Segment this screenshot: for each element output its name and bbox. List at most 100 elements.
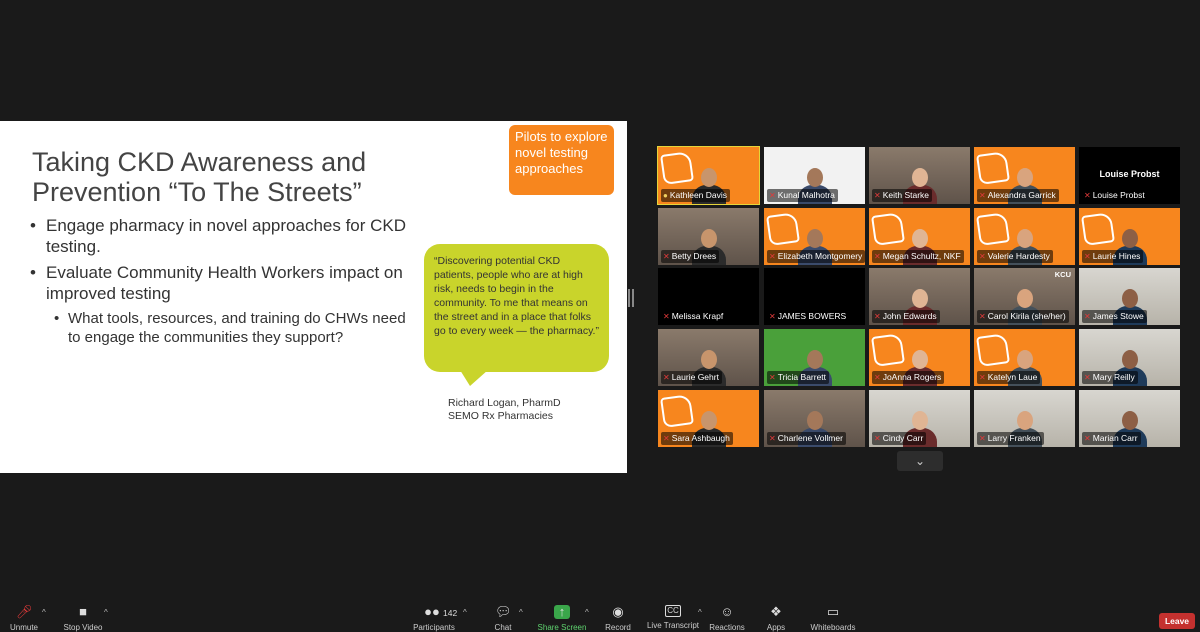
record-button[interactable]: ◉ Record	[603, 605, 633, 632]
mic-muted-icon: ✕	[1084, 252, 1091, 261]
participant-tile[interactable]: ✕ Katelyn Laue	[974, 329, 1075, 386]
participant-tile[interactable]: ✕ Tricia Barrett	[764, 329, 865, 386]
live-transcript-button[interactable]: CC Live Transcript	[646, 605, 700, 632]
participant-tile[interactable]: ✕ Laurie Hines	[1079, 208, 1180, 265]
organization-logo	[871, 333, 905, 367]
participant-name-label: ✕ Laurie Hines	[1082, 250, 1144, 263]
quote-bubble-tail	[460, 370, 488, 386]
participant-name: JoAnna Rogers	[882, 372, 942, 382]
participant-tile[interactable]: ✕ Alexandra Garrick	[974, 147, 1075, 204]
participant-tile[interactable]: ✕ JoAnna Rogers	[869, 329, 970, 386]
audio-options-caret[interactable]: ^	[42, 608, 46, 617]
participant-name-label: ✕ Cindy Carr	[872, 432, 927, 445]
participant-name-label: ✕ Laurie Gehrt	[661, 371, 722, 384]
chat-icon: 💬︎	[495, 604, 512, 619]
participant-tile[interactable]: ✕ Larry Franken	[974, 390, 1075, 447]
person-head	[1016, 411, 1033, 430]
slide-bullets: Engage pharmacy in novel approaches for …	[30, 215, 420, 347]
mic-muted-icon: ✕	[979, 373, 986, 382]
participant-tile[interactable]: Louise Probst ✕ Louise Probst	[1079, 147, 1180, 204]
participant-name-label: ✕ Tricia Barrett	[767, 371, 830, 384]
mic-muted-icon: ✕	[1084, 434, 1091, 443]
chat-options-caret[interactable]: ^	[519, 608, 523, 617]
participant-tile[interactable]: ✕ Elizabeth Montgomery	[764, 208, 865, 265]
participant-name: Katelyn Laue	[987, 372, 1038, 382]
participant-tile[interactable]: ✕ Betty Drees	[658, 208, 759, 265]
participant-name-label: ✕ Mary Reilly	[1082, 371, 1138, 384]
participant-tile[interactable]: ✕ Cindy Carr	[869, 390, 970, 447]
participant-count: 142	[443, 608, 458, 618]
participant-tile[interactable]: ● Kathleen Davis	[657, 146, 760, 205]
organization-logo	[871, 212, 905, 246]
participant-name: Carol Kirila (she/her)	[987, 311, 1066, 321]
participant-tile[interactable]: ✕ Marian Carr	[1079, 390, 1180, 447]
participants-options-caret[interactable]: ^	[463, 608, 467, 617]
participant-tile[interactable]: ✕ Kunal Malhotra	[764, 147, 865, 204]
mic-muted-icon: ✕	[663, 312, 670, 321]
mic-muted-icon: ✕	[1084, 312, 1091, 321]
video-options-caret[interactable]: ^	[104, 608, 108, 617]
participant-tile[interactable]: ✕ John Edwards	[869, 268, 970, 325]
person-head	[1016, 350, 1033, 369]
splitter-handle[interactable]	[628, 289, 634, 307]
person-head	[806, 229, 823, 248]
share-screen-button[interactable]: ↑ Share Screen	[537, 605, 587, 632]
chat-button[interactable]: 💬︎ Chat	[490, 605, 516, 632]
mic-muted-icon: ✕	[979, 312, 986, 321]
stop-video-button[interactable]: ■ Stop Video	[62, 605, 104, 632]
participant-tile[interactable]: ✕ Sara Ashbaugh	[658, 390, 759, 447]
participant-name-label: ✕ Marian Carr	[1082, 432, 1141, 445]
leave-button[interactable]: Leave	[1159, 613, 1195, 629]
transcript-options-caret[interactable]: ^	[698, 608, 702, 617]
person-head	[911, 411, 928, 430]
participant-name-label: ✕ Sara Ashbaugh	[661, 432, 733, 445]
mic-muted-icon: ✕	[769, 373, 776, 382]
participant-tile[interactable]: ✕ JAMES BOWERS	[764, 268, 865, 325]
participant-name-label: ✕ Katelyn Laue	[977, 371, 1041, 384]
participant-tile[interactable]: ✕ Laurie Gehrt	[658, 329, 759, 386]
participant-tile[interactable]: ✕ James Stowe	[1079, 268, 1180, 325]
participant-name-label: ✕ Valerie Hardesty	[977, 250, 1053, 263]
participant-tile[interactable]: ✕ Keith Starke	[869, 147, 970, 204]
participant-name-label: ● Kathleen Davis	[661, 189, 731, 202]
participant-tile[interactable]: ✕ Charlene Vollmer	[764, 390, 865, 447]
unmute-button[interactable]: 🎤︎ Unmute	[6, 605, 42, 632]
whiteboards-button[interactable]: ▭ Whiteboards	[808, 605, 858, 632]
participant-name-label: ✕ JAMES BOWERS	[767, 310, 850, 323]
participant-name: Larry Franken	[987, 433, 1041, 443]
participant-tile[interactable]: KCU ✕ Carol Kirila (she/her)	[974, 268, 1075, 325]
mic-muted-icon: ✕	[1084, 373, 1091, 382]
mic-muted-icon: ✕	[663, 434, 670, 443]
participant-name: JAMES BOWERS	[777, 311, 847, 321]
mic-muted-icon: 🎤︎	[16, 604, 33, 619]
participant-tile[interactable]: ✕ Valerie Hardesty	[974, 208, 1075, 265]
participant-name-label: ✕ Carol Kirila (she/her)	[977, 310, 1069, 323]
participant-name: Marian Carr	[1092, 433, 1138, 443]
person-head	[700, 350, 717, 369]
participant-tile[interactable]: ✕ Melissa Krapf	[658, 268, 759, 325]
share-screen-icon: ↑	[554, 605, 570, 619]
mic-muted-icon: ✕	[663, 373, 670, 382]
participant-name-label: ✕ Megan Schultz, NKF	[872, 250, 964, 263]
participant-name: Valerie Hardesty	[987, 251, 1050, 261]
reactions-button[interactable]: ☺ Reactions	[708, 605, 746, 632]
slide-callout-box: Pilots to explore novel testing approach…	[509, 125, 614, 195]
apps-button[interactable]: ❖ Apps	[764, 605, 788, 632]
person-head	[700, 229, 717, 248]
person-head	[911, 350, 928, 369]
participant-name-label: ✕ Keith Starke	[872, 189, 933, 202]
participant-tile[interactable]: ✕ Megan Schultz, NKF	[869, 208, 970, 265]
slide-bullet: Evaluate Community Health Workers impact…	[30, 262, 420, 304]
share-options-caret[interactable]: ^	[585, 608, 589, 617]
participant-badge: KCU	[1054, 270, 1071, 279]
person-head	[806, 350, 823, 369]
participant-name: Keith Starke	[882, 190, 930, 200]
mic-muted-icon: ✕	[979, 434, 986, 443]
participant-name: John Edwards	[882, 311, 937, 321]
participant-tile[interactable]: ✕ Mary Reilly	[1079, 329, 1180, 386]
person-head	[911, 168, 928, 187]
quote-attribution: Richard Logan, PharmD SEMO Rx Pharmacies	[448, 397, 561, 423]
person-head	[911, 229, 928, 248]
cc-icon: CC	[665, 605, 681, 617]
gallery-more-button[interactable]: ⌄	[897, 451, 943, 471]
